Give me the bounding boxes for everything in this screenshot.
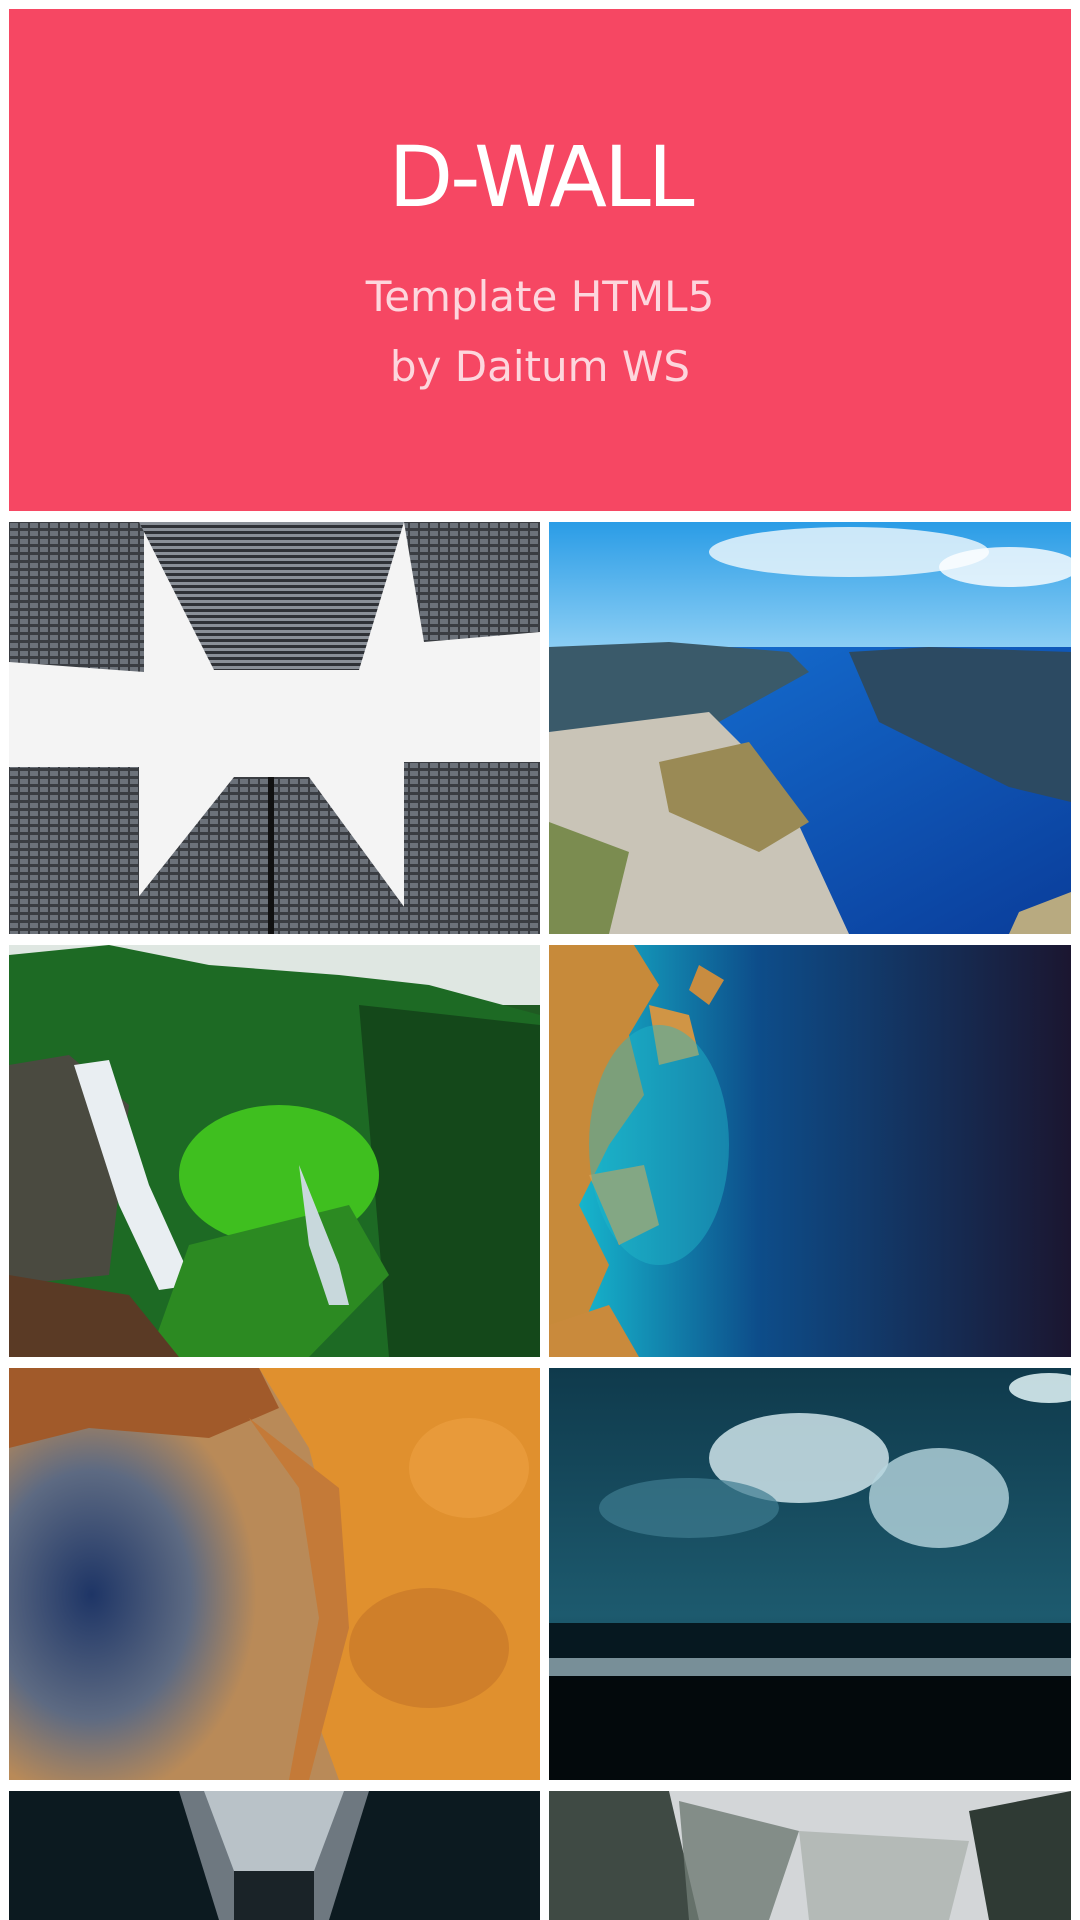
page: D-WALL Template HTML5 by Daitum WS: [0, 0, 1080, 1920]
gallery-tile-desert-crater[interactable]: [9, 1368, 540, 1780]
gallery-tile-aerial-coast[interactable]: [549, 945, 1071, 1357]
gallery-tile-stormy-sea[interactable]: [549, 1368, 1071, 1780]
subtitle-line-1: Template HTML5: [365, 272, 715, 321]
gallery-tile-skyscrapers[interactable]: [9, 522, 540, 934]
gallery-tile-corridor[interactable]: [9, 1791, 540, 1920]
gallery-tile-fjord[interactable]: [549, 522, 1071, 934]
subtitle-line-2: by Daitum WS: [389, 342, 691, 391]
site-subtitle: Template HTML5 by Daitum WS: [9, 262, 1071, 402]
waterfall-forest-photo: [9, 945, 540, 1357]
hero-banner: D-WALL Template HTML5 by Daitum WS: [9, 9, 1071, 511]
aerial-coast-photo: [549, 945, 1071, 1357]
skyscrapers-photo: [9, 522, 540, 934]
stormy-sea-photo: [549, 1368, 1071, 1780]
corridor-photo: [9, 1791, 540, 1920]
desert-crater-photo: [9, 1368, 540, 1780]
fjord-photo: [549, 522, 1071, 934]
gallery-tile-waterfall[interactable]: [9, 945, 540, 1357]
misty-forest-photo: [549, 1791, 1071, 1920]
site-title: D-WALL: [388, 128, 694, 226]
gallery-tile-misty-forest[interactable]: [549, 1791, 1071, 1920]
